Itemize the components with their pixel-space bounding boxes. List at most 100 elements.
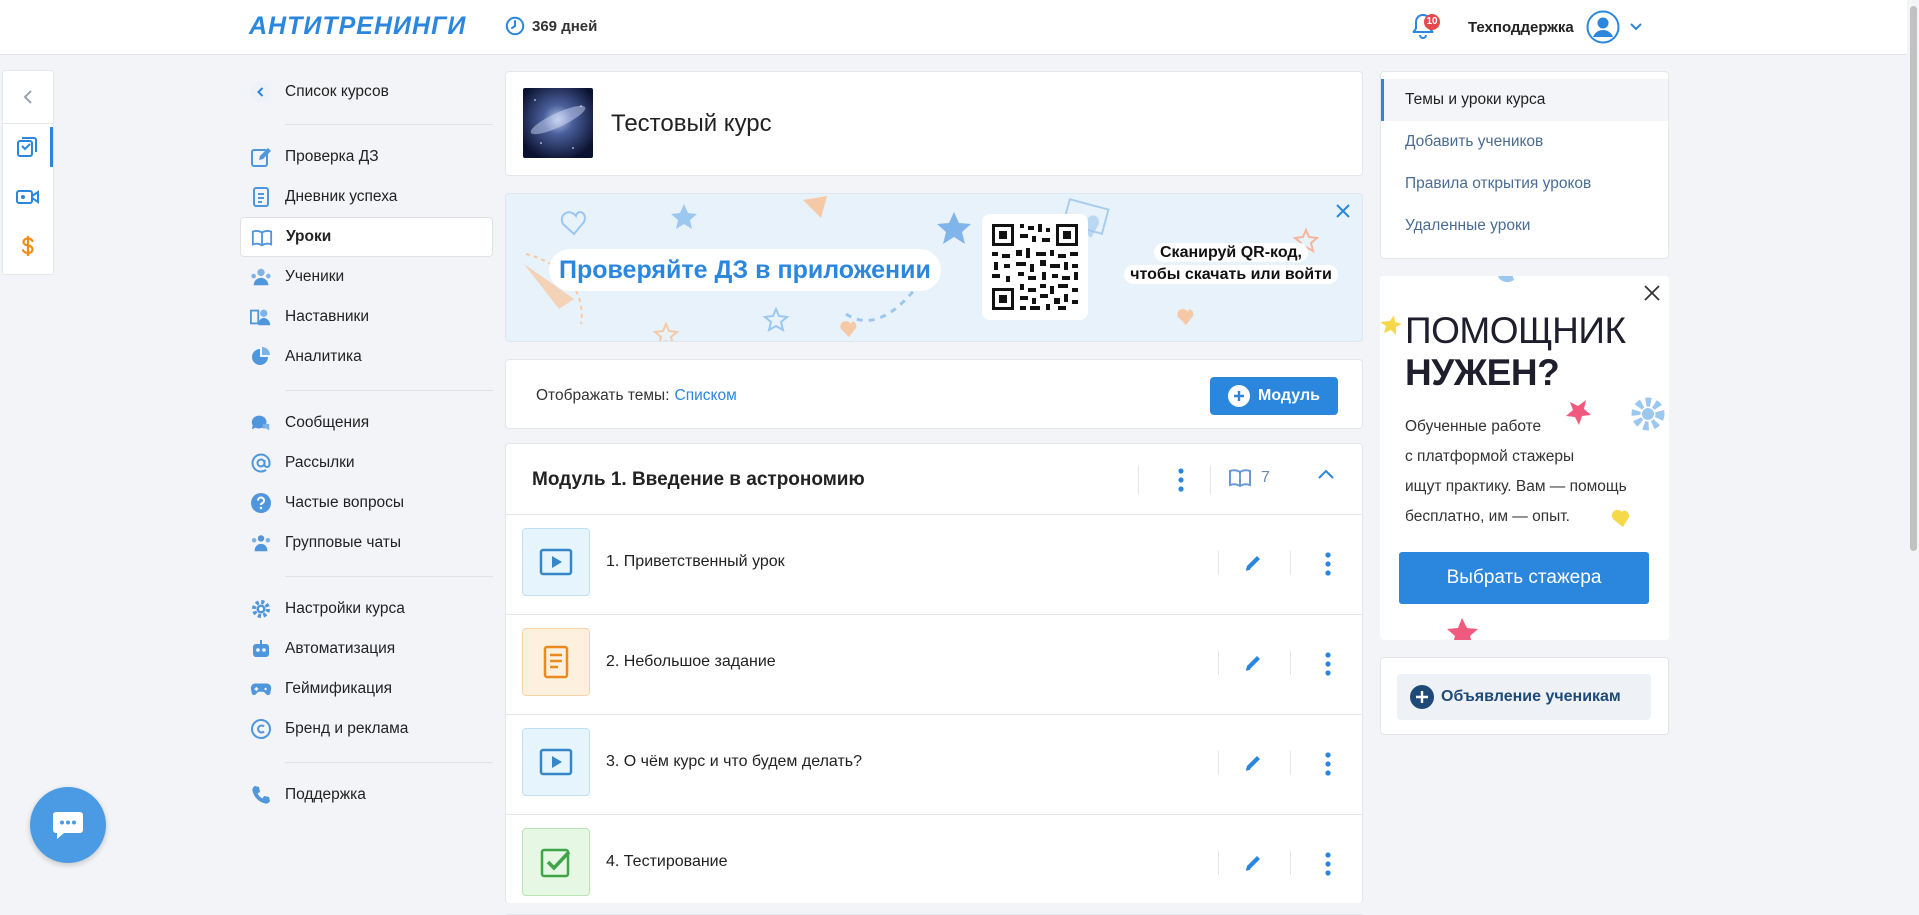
lesson-row[interactable]: 3. О чём курс и что будем делать? [506, 714, 1362, 815]
nav-item-faq[interactable]: Частые вопросы [240, 483, 493, 523]
nav-item-lessons[interactable]: Уроки [240, 217, 493, 257]
rail-webinars-button[interactable] [3, 177, 53, 217]
qr-code[interactable] [982, 214, 1088, 320]
user-menu[interactable]: Техподдержка [1468, 10, 1642, 44]
nav-label: Групповые чаты [285, 534, 402, 551]
nav-label: Автоматизация [285, 640, 396, 657]
nav-item-success-diary[interactable]: Дневник успеха [240, 177, 493, 217]
pencil-icon[interactable] [1243, 753, 1263, 773]
course-sections-menu: Темы и уроки курса Добавить учеников Пра… [1380, 71, 1669, 259]
subscription-days: 369 дней [505, 16, 597, 36]
test-lesson-icon [522, 828, 590, 896]
more-vertical-icon[interactable] [1323, 651, 1333, 677]
nav-item-course-settings[interactable]: Настройки курса [240, 589, 493, 629]
task-lesson-icon [522, 628, 590, 696]
dollar-icon [21, 236, 34, 256]
copyright-icon [250, 718, 272, 740]
chevron-up-icon[interactable] [1318, 469, 1334, 479]
topics-display-label: Отображать темы: Списком [536, 387, 737, 405]
close-banner-icon[interactable] [1334, 202, 1352, 220]
open-book-icon [251, 227, 273, 249]
nav-label: Уроки [286, 228, 332, 245]
pencil-icon[interactable] [1243, 853, 1263, 873]
nav-item-mentors[interactable]: Наставники [240, 297, 493, 337]
lesson-title: 3. О чём курс и что будем делать? [606, 753, 863, 770]
nav-label: Рассылки [285, 454, 355, 471]
rail-divider [3, 123, 53, 124]
back-to-courses[interactable]: Список курсов [240, 72, 493, 112]
close-ad-icon[interactable] [1643, 284, 1661, 302]
lesson-row[interactable]: 1. Приветственный урок [506, 514, 1362, 615]
lesson-row[interactable]: 2. Небольшое задание [506, 614, 1362, 715]
support-label: Техподдержка [1468, 18, 1574, 36]
support-chat-button[interactable] [30, 787, 106, 863]
menu-item-deleted-lessons[interactable]: Удаленные уроки [1381, 205, 1668, 247]
back-label: Список курсов [285, 83, 389, 100]
lesson-divider [1290, 551, 1291, 575]
add-module-button[interactable]: Модуль [1210, 377, 1338, 415]
nav-item-brand[interactable]: Бренд и реклама [240, 709, 493, 749]
choose-intern-button[interactable]: Выбрать стажера [1399, 552, 1649, 604]
nav-divider [285, 390, 493, 391]
logo[interactable]: АНТИТРЕНИНГИ [249, 12, 466, 41]
pencil-icon[interactable] [1243, 553, 1263, 573]
topics-label: Отображать темы: [536, 387, 670, 404]
nav-item-gamification[interactable]: Геймификация [240, 669, 493, 709]
nav-item-homework[interactable]: Проверка ДЗ [240, 137, 493, 177]
scrollbar-thumb[interactable] [1910, 6, 1917, 551]
app-promo-banner[interactable]: Проверяйте ДЗ в приложении Сканируй QR-к… [505, 193, 1363, 342]
rail-finance-button[interactable] [3, 226, 53, 266]
helper-title: ПОМОЩНИК НУЖЕН? [1405, 310, 1626, 394]
module-card: Модуль 1. Введение в астрономию 7 1. При… [505, 443, 1363, 915]
page-scrollbar[interactable] [1907, 0, 1919, 887]
icon-rail [2, 70, 54, 275]
lesson-divider [1290, 651, 1291, 675]
menu-item-opening-rules[interactable]: Правила открытия уроков [1381, 163, 1668, 205]
nav-item-support[interactable]: Поддержка [240, 775, 493, 815]
lesson-divider [1218, 751, 1219, 775]
topics-mode-link[interactable]: Списком [675, 387, 737, 404]
intern-helper-ad: ПОМОЩНИК НУЖЕН? Обученные работе с платф… [1380, 276, 1669, 640]
module-title: Модуль 1. Введение в астрономию [532, 469, 865, 490]
nav-label: Бренд и реклама [285, 720, 409, 737]
notifications-badge: 10 [1424, 14, 1440, 30]
group-icon [250, 532, 272, 554]
nav-item-messages[interactable]: Сообщения [240, 403, 493, 443]
courses-icon [16, 137, 37, 157]
rail-courses-button[interactable] [3, 127, 53, 167]
avatar-icon [1586, 10, 1620, 44]
nav-item-mailings[interactable]: Рассылки [240, 443, 493, 483]
nav-item-group-chats[interactable]: Групповые чаты [240, 523, 493, 563]
pencil-icon[interactable] [1243, 653, 1263, 673]
module-more-icon[interactable] [1171, 467, 1191, 493]
notifications-button[interactable]: 10 [1410, 12, 1440, 42]
more-vertical-icon[interactable] [1323, 851, 1333, 877]
menu-item-topics-lessons[interactable]: Темы и уроки курса [1381, 79, 1668, 121]
module-header[interactable]: Модуль 1. Введение в астрономию 7 [506, 444, 1362, 515]
pie-chart-icon [250, 346, 272, 368]
lesson-divider [1218, 551, 1219, 575]
more-vertical-icon[interactable] [1323, 751, 1333, 777]
announce-students-button[interactable]: Объявление ученикам [1397, 674, 1651, 720]
nav-item-analytics[interactable]: Аналитика [240, 337, 493, 377]
lesson-title: 2. Небольшое задание [606, 653, 776, 670]
robot-icon [250, 638, 272, 660]
students-icon [250, 266, 272, 288]
collapse-rail-button[interactable] [3, 77, 53, 117]
lesson-row[interactable]: 4. Тестирование [506, 814, 1362, 915]
helper-text-line-1: Обученные работе [1405, 418, 1542, 435]
pencil-square-icon [250, 146, 272, 168]
video-camera-icon [16, 190, 39, 204]
menu-item-add-students[interactable]: Добавить учеников [1381, 121, 1668, 163]
lesson-divider [1218, 851, 1219, 875]
scan-instructions: Сканируй QR-код, чтобы скачать или войти [1121, 242, 1341, 286]
nav-item-students[interactable]: Ученики [240, 257, 493, 297]
more-vertical-icon[interactable] [1323, 551, 1333, 577]
scan-line-2: чтобы скачать или войти [1124, 265, 1338, 284]
chat-bubbles-icon [250, 412, 272, 434]
top-bar: АНТИТРЕНИНГИ 369 дней 10 Техподдержка [0, 0, 1919, 55]
nav-item-automation[interactable]: Автоматизация [240, 629, 493, 669]
gamepad-icon [250, 678, 272, 700]
helper-text-line-4: бесплатно, им — опыт. [1405, 508, 1570, 525]
open-book-icon [1229, 469, 1251, 488]
